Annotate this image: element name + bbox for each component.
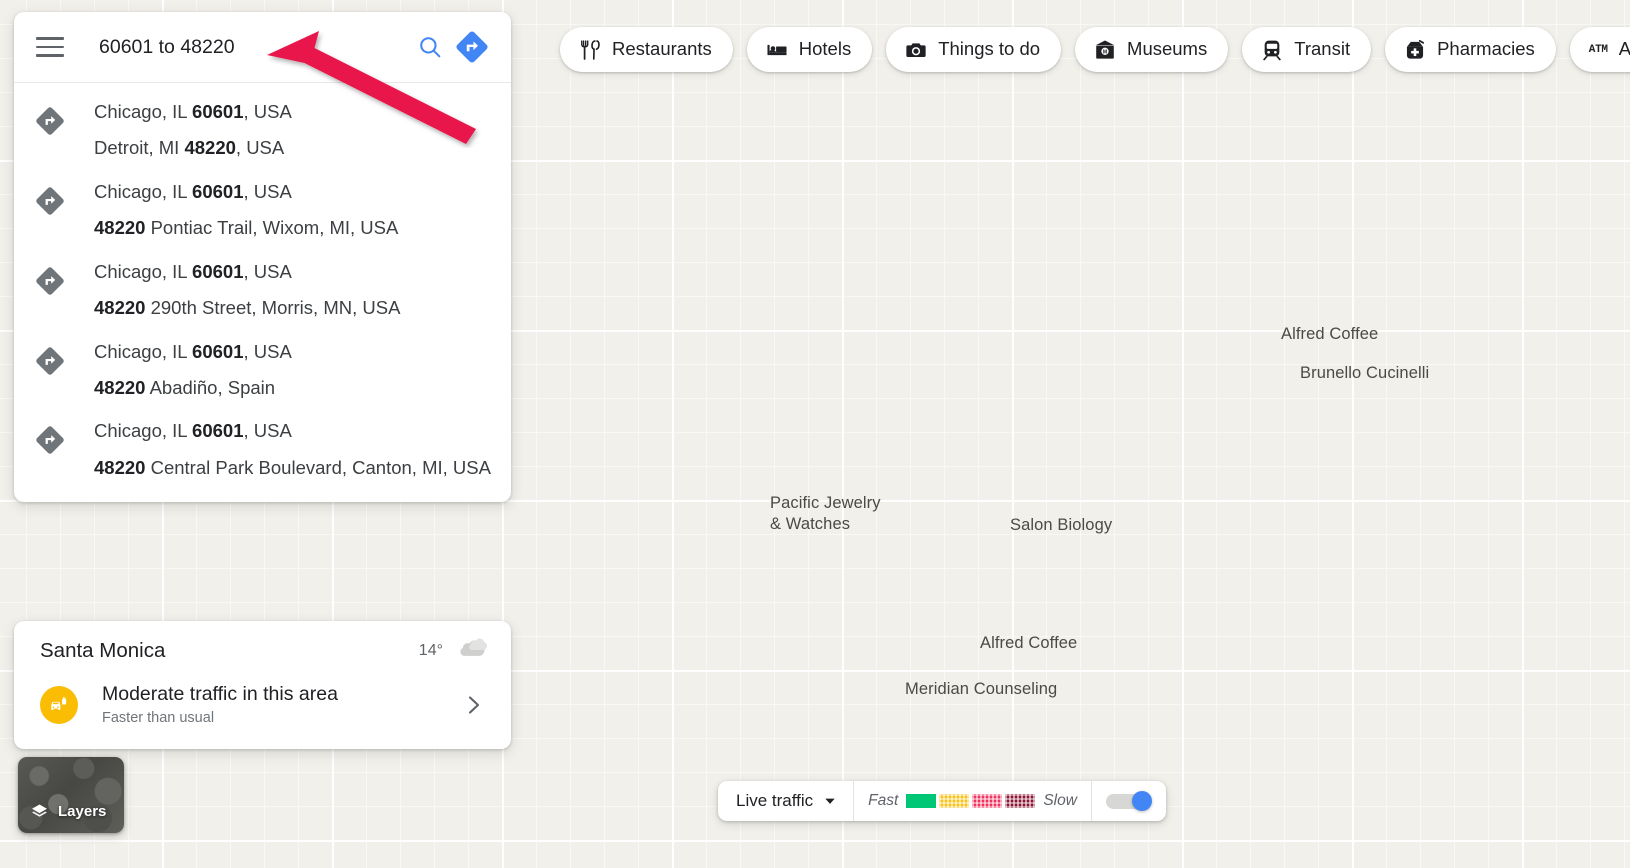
layers-button[interactable]: Layers bbox=[18, 757, 124, 833]
suggestion-destination: 48220 Pontiac Trail, Wixom, MI, USA bbox=[94, 218, 398, 237]
pharmacy-icon bbox=[1404, 39, 1426, 61]
directions-icon bbox=[34, 265, 66, 297]
layers-label: Layers bbox=[58, 803, 106, 820]
traffic-speed-scale: Fast Slow bbox=[854, 781, 1092, 821]
search-bar bbox=[14, 12, 511, 83]
suggestion-destination: Detroit, MI 48220, USA bbox=[94, 138, 292, 157]
chip-label: Hotels bbox=[799, 40, 851, 59]
chip-label: Restaurants bbox=[612, 40, 712, 59]
legend-fast-label: Fast bbox=[868, 792, 898, 810]
legend-slow-label: Slow bbox=[1043, 792, 1077, 810]
weather-temperature: 14° bbox=[419, 642, 443, 660]
legend-swatch bbox=[1005, 794, 1035, 808]
directions-icon bbox=[455, 30, 489, 64]
layers-inner: Layers bbox=[18, 802, 124, 833]
suggestion-destination: 48220 Abadiño, Spain bbox=[94, 378, 292, 397]
map-label[interactable]: Alfred Coffee bbox=[1281, 324, 1378, 346]
map-label[interactable]: Alfred Coffee bbox=[980, 633, 1077, 655]
map-label[interactable]: Pacific Jewelry bbox=[770, 493, 881, 515]
google-maps-app: Alfred Coffee Brunello Cucinelli Pacific J… bbox=[0, 0, 1630, 868]
restaurant-icon bbox=[579, 39, 601, 61]
directions-button[interactable] bbox=[451, 26, 493, 68]
suggestion-destination: 48220 Central Park Boulevard, Canton, MI… bbox=[94, 458, 491, 477]
suggestion-destination: 48220 290th Street, Morris, MN, USA bbox=[94, 298, 400, 317]
suggestion-text: Chicago, IL 60601, USA Detroit, MI 48220,… bbox=[94, 100, 292, 158]
category-chip-museums[interactable]: M Museums bbox=[1075, 27, 1228, 72]
traffic-status-row[interactable]: Moderate traffic in this area Faster tha… bbox=[14, 673, 511, 749]
legend-swatch-group bbox=[906, 794, 1035, 808]
map-label[interactable]: Brunello Cucinelli bbox=[1300, 363, 1429, 385]
chip-label: Transit bbox=[1294, 40, 1350, 59]
traffic-toggle[interactable] bbox=[1092, 781, 1166, 821]
chip-label: ATMs bbox=[1619, 40, 1630, 59]
chip-label: Things to do bbox=[938, 40, 1040, 59]
traffic-legend-bar: Live traffic Fast Slow bbox=[718, 781, 1166, 821]
traffic-subtitle: Faster than usual bbox=[102, 710, 461, 727]
suggestion-text: Chicago, IL 60601, USA 48220 290th Street… bbox=[94, 260, 400, 318]
search-suggestion-list: Chicago, IL 60601, USA Detroit, MI 48220,… bbox=[14, 83, 511, 502]
search-card: Chicago, IL 60601, USA Detroit, MI 48220,… bbox=[14, 12, 511, 502]
atm-icon: ATM bbox=[1589, 39, 1608, 61]
suggestion-row[interactable]: Chicago, IL 60601, USA 48220 Pontiac Trai… bbox=[14, 169, 511, 249]
map-label[interactable]: & Watches bbox=[770, 514, 850, 536]
suggestion-row[interactable]: Chicago, IL 60601, USA 48220 290th Street… bbox=[14, 249, 511, 329]
weather-city-label: Santa Monica bbox=[40, 639, 419, 663]
search-icon bbox=[417, 34, 443, 60]
weather-row[interactable]: Santa Monica 14° bbox=[14, 621, 511, 673]
chip-label: Pharmacies bbox=[1437, 40, 1535, 59]
directions-icon bbox=[34, 185, 66, 217]
suggestion-row[interactable]: Chicago, IL 60601, USA 48220 Abadiño, Spa… bbox=[14, 329, 511, 409]
category-chip-pharmacies[interactable]: Pharmacies bbox=[1385, 27, 1556, 72]
transit-icon bbox=[1261, 39, 1283, 61]
suggestion-origin: Chicago, IL 60601, USA bbox=[94, 182, 398, 201]
directions-icon bbox=[34, 345, 66, 377]
search-button[interactable] bbox=[409, 26, 451, 68]
layers-icon bbox=[30, 802, 49, 821]
suggestion-row[interactable]: Chicago, IL 60601, USA Detroit, MI 48220,… bbox=[14, 89, 511, 169]
suggestion-origin: Chicago, IL 60601, USA bbox=[94, 262, 400, 281]
suggestion-text: Chicago, IL 60601, USA 48220 Pontiac Trai… bbox=[94, 180, 398, 238]
svg-text:M: M bbox=[1103, 49, 1107, 55]
cloudy-icon bbox=[459, 638, 489, 664]
weather-traffic-card: Santa Monica 14° Moderate traffic in t bbox=[14, 621, 511, 749]
directions-icon bbox=[34, 424, 66, 456]
suggestion-text: Chicago, IL 60601, USA 48220 Central Park… bbox=[94, 419, 491, 477]
suggestion-origin: Chicago, IL 60601, USA bbox=[94, 421, 491, 440]
museum-icon: M bbox=[1094, 39, 1116, 61]
toggle-switch[interactable] bbox=[1106, 791, 1152, 811]
chevron-right-icon[interactable] bbox=[461, 693, 485, 717]
directions-icon bbox=[34, 105, 66, 137]
legend-swatch bbox=[972, 794, 1002, 808]
category-chip-transit[interactable]: Transit bbox=[1242, 27, 1371, 72]
map-label[interactable]: Salon Biology bbox=[1010, 515, 1112, 537]
live-traffic-dropdown[interactable]: Live traffic bbox=[718, 781, 854, 821]
live-traffic-label: Live traffic bbox=[736, 791, 813, 811]
category-chip-hotels[interactable]: Hotels bbox=[747, 27, 872, 72]
suggestion-origin: Chicago, IL 60601, USA bbox=[94, 342, 292, 361]
toggle-knob bbox=[1132, 791, 1152, 811]
traffic-title: Moderate traffic in this area bbox=[102, 683, 461, 705]
suggestion-origin: Chicago, IL 60601, USA bbox=[94, 102, 292, 121]
traffic-text-block: Moderate traffic in this area Faster tha… bbox=[102, 683, 461, 727]
search-input[interactable] bbox=[97, 35, 409, 60]
category-chip-bar: Restaurants Hotels Things to do M Museums Tra… bbox=[560, 27, 1630, 72]
category-chip-things-to-do[interactable]: Things to do bbox=[886, 27, 1061, 72]
suggestion-row[interactable]: Chicago, IL 60601, USA 48220 Central Park… bbox=[14, 408, 511, 488]
suggestion-text: Chicago, IL 60601, USA 48220 Abadiño, Spa… bbox=[94, 340, 292, 398]
category-chip-atms[interactable]: ATM ATMs bbox=[1570, 27, 1630, 72]
map-label[interactable]: Meridian Counseling bbox=[905, 679, 1057, 701]
chevron-down-icon bbox=[823, 794, 837, 808]
traffic-jam-icon bbox=[40, 686, 78, 724]
legend-swatch bbox=[906, 794, 936, 808]
hotel-icon bbox=[766, 39, 788, 61]
hamburger-menu-icon[interactable] bbox=[36, 32, 66, 62]
camera-icon bbox=[905, 39, 927, 61]
category-chip-restaurants[interactable]: Restaurants bbox=[560, 27, 733, 72]
legend-swatch bbox=[939, 794, 969, 808]
chip-label: Museums bbox=[1127, 40, 1207, 59]
